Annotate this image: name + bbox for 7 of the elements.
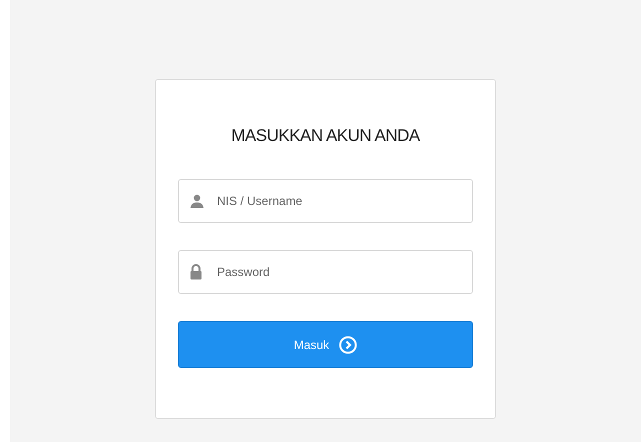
lock-icon [190, 264, 202, 280]
chevron-right-circle-icon [339, 336, 358, 354]
input-field[interactable]: NIS / Username [178, 179, 473, 223]
user-icon [190, 194, 204, 208]
login-title: MASUKKAN AKUN ANDA [231, 125, 420, 147]
login-button[interactable]: Masuk [178, 321, 473, 368]
input-field[interactable]: Password [178, 250, 473, 294]
